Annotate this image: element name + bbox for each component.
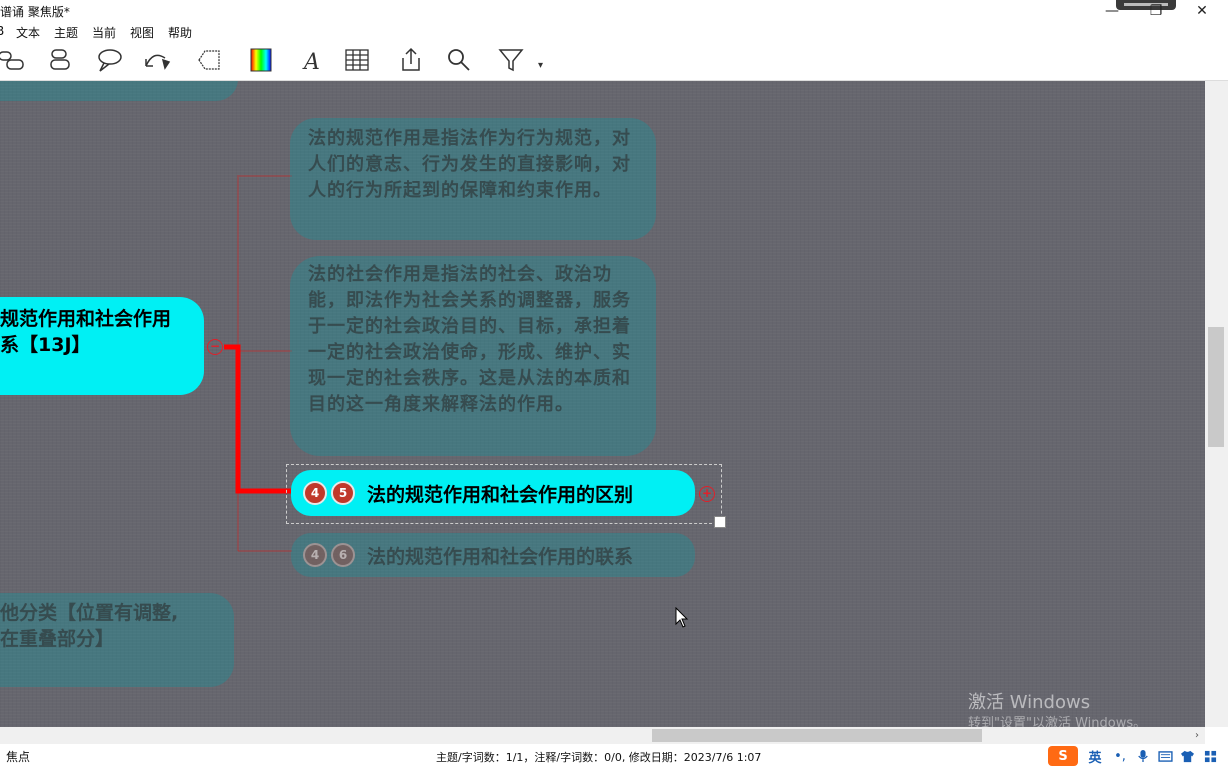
menu-topic[interactable]: 主题 <box>54 24 78 41</box>
ime-punct[interactable]: •, <box>1110 746 1130 766</box>
toolbar: A ▾ <box>0 40 1228 81</box>
title-bar: 谱诵 聚焦版* — ❐ ✕ <box>0 0 1228 22</box>
font-icon[interactable]: A <box>294 44 328 76</box>
mic-icon[interactable] <box>1134 746 1152 766</box>
svg-text:A: A <box>302 50 320 74</box>
menu-bar: B 文本 主题 当前 视图 帮助 <box>0 22 1228 40</box>
faded-topic-label: 法的规范作用和社会作用的联系 <box>367 545 634 568</box>
undo-redo-icon[interactable] <box>140 44 174 76</box>
central-topic-node[interactable]: 规范作用和社会作用 系【13J】 <box>0 297 204 395</box>
search-icon[interactable] <box>442 44 476 76</box>
shape-icon[interactable] <box>192 44 226 76</box>
faded-topic-node[interactable]: 4 6 法的规范作用和社会作用的联系 <box>291 533 695 577</box>
note-node-1[interactable]: 法的规范作用是指法作为行为规范，对人们的意志、行为发生的直接影响，对人的行为所起… <box>290 118 656 240</box>
callout-icon[interactable] <box>44 44 78 76</box>
window-title: 谱诵 聚焦版* <box>0 5 70 19</box>
note-node-2[interactable]: 法的社会作用是指法的社会、政治功能，即法作为社会关系的调整器，服务于一定的社会政… <box>290 256 656 456</box>
status-counts: 主题/字词数：1/1，注释/字词数：0/0, 修改日期：2023/7/6 1:0… <box>436 751 762 764</box>
mouse-cursor-icon <box>675 607 689 628</box>
central-topic-line1: 规范作用和社会作用 <box>0 308 172 330</box>
faded-node-bottom[interactable]: 他分类【位置有调整, 在重叠部分】 <box>0 593 234 687</box>
grid-icon[interactable] <box>1200 746 1220 766</box>
expand-toggle[interactable]: + <box>699 486 715 502</box>
ime-logo-icon[interactable]: S <box>1048 746 1078 766</box>
toolbar-more-icon[interactable]: ▾ <box>538 60 543 71</box>
menu-text[interactable]: 文本 <box>16 24 40 41</box>
boundary-icon[interactable] <box>92 44 126 76</box>
relationship-icon[interactable] <box>0 44 28 76</box>
priority-badge: 4 <box>303 481 327 505</box>
minimize-button[interactable]: — <box>1092 0 1132 22</box>
table-icon[interactable] <box>340 44 374 76</box>
activation-watermark: 激活 Windows <box>968 692 1091 713</box>
menu-help[interactable]: 帮助 <box>168 24 192 41</box>
maximize-button[interactable]: ❐ <box>1136 0 1176 22</box>
menu-view[interactable]: 视图 <box>130 24 154 41</box>
priority-badge: 4 <box>303 543 327 567</box>
color-icon[interactable] <box>244 44 278 76</box>
active-topic-label: 法的规范作用和社会作用的区别 <box>367 483 634 506</box>
shirt-icon[interactable] <box>1178 746 1196 766</box>
horizontal-scroll-thumb[interactable] <box>652 729 982 742</box>
vertical-scroll-thumb[interactable] <box>1208 327 1224 447</box>
status-focus: 焦点 <box>6 750 31 764</box>
active-topic-node[interactable]: 4 5 法的规范作用和社会作用的区别 <box>291 470 695 516</box>
vertical-scrollbar[interactable] <box>1205 81 1228 727</box>
close-button[interactable]: ✕ <box>1182 0 1222 22</box>
resize-handle[interactable] <box>714 516 726 528</box>
central-topic-line2: 系【13J】 <box>0 334 91 356</box>
collapse-toggle[interactable]: − <box>207 339 223 355</box>
ime-lang[interactable]: 英 <box>1084 746 1106 766</box>
export-icon[interactable] <box>394 44 428 76</box>
filter-icon[interactable] <box>494 44 528 76</box>
mindmap-canvas[interactable]: 法的规范作用是指法作为行为规范，对人们的意志、行为发生的直接影响，对人的行为所起… <box>0 81 1205 727</box>
scroll-right-icon[interactable]: › <box>1190 727 1204 744</box>
status-bar: 焦点 主题/字词数：1/1，注释/字词数：0/0, 修改日期：2023/7/6 … <box>0 744 1228 768</box>
horizontal-scrollbar[interactable] <box>0 727 1205 744</box>
menu-first[interactable]: B <box>0 24 4 38</box>
progress-badge: 6 <box>331 543 355 567</box>
progress-badge: 5 <box>331 481 355 505</box>
menu-current[interactable]: 当前 <box>92 24 116 41</box>
keyboard-icon[interactable] <box>1156 746 1174 766</box>
